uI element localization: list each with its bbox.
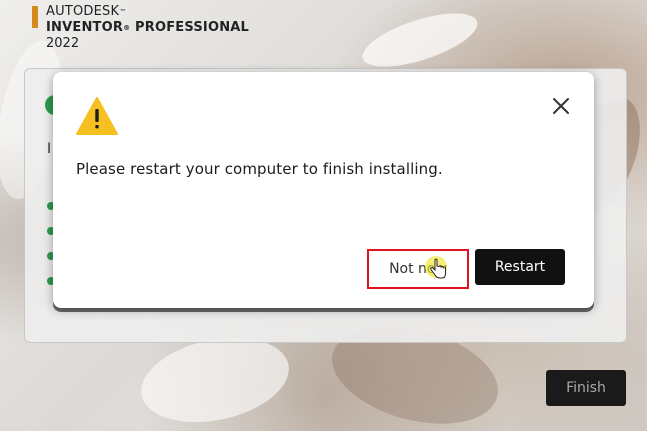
restart-dialog: Please restart your computer to finish i… <box>53 72 594 308</box>
brand-year: 2022 <box>46 36 80 51</box>
brand-product: INVENTOR <box>46 20 124 35</box>
dialog-message: Please restart your computer to finish i… <box>76 160 443 178</box>
desktop-background: AUTODESK™ INVENTOR® PROFESSIONAL 2022 I … <box>0 0 647 431</box>
panel-text: I <box>47 141 52 157</box>
hand-cursor-icon <box>430 258 446 279</box>
product-branding: AUTODESK™ INVENTOR® PROFESSIONAL 2022 <box>32 4 249 52</box>
finish-button[interactable]: Finish <box>546 370 626 406</box>
warning-icon <box>76 97 118 135</box>
restart-button[interactable]: Restart <box>475 249 565 285</box>
brand-edition: PROFESSIONAL <box>135 20 250 35</box>
background-render-shape <box>356 2 484 78</box>
close-icon[interactable] <box>549 94 573 118</box>
inventor-logo-icon <box>32 6 38 28</box>
not-now-button[interactable]: Not now <box>367 249 469 289</box>
brand-company: AUTODESK <box>46 4 120 19</box>
